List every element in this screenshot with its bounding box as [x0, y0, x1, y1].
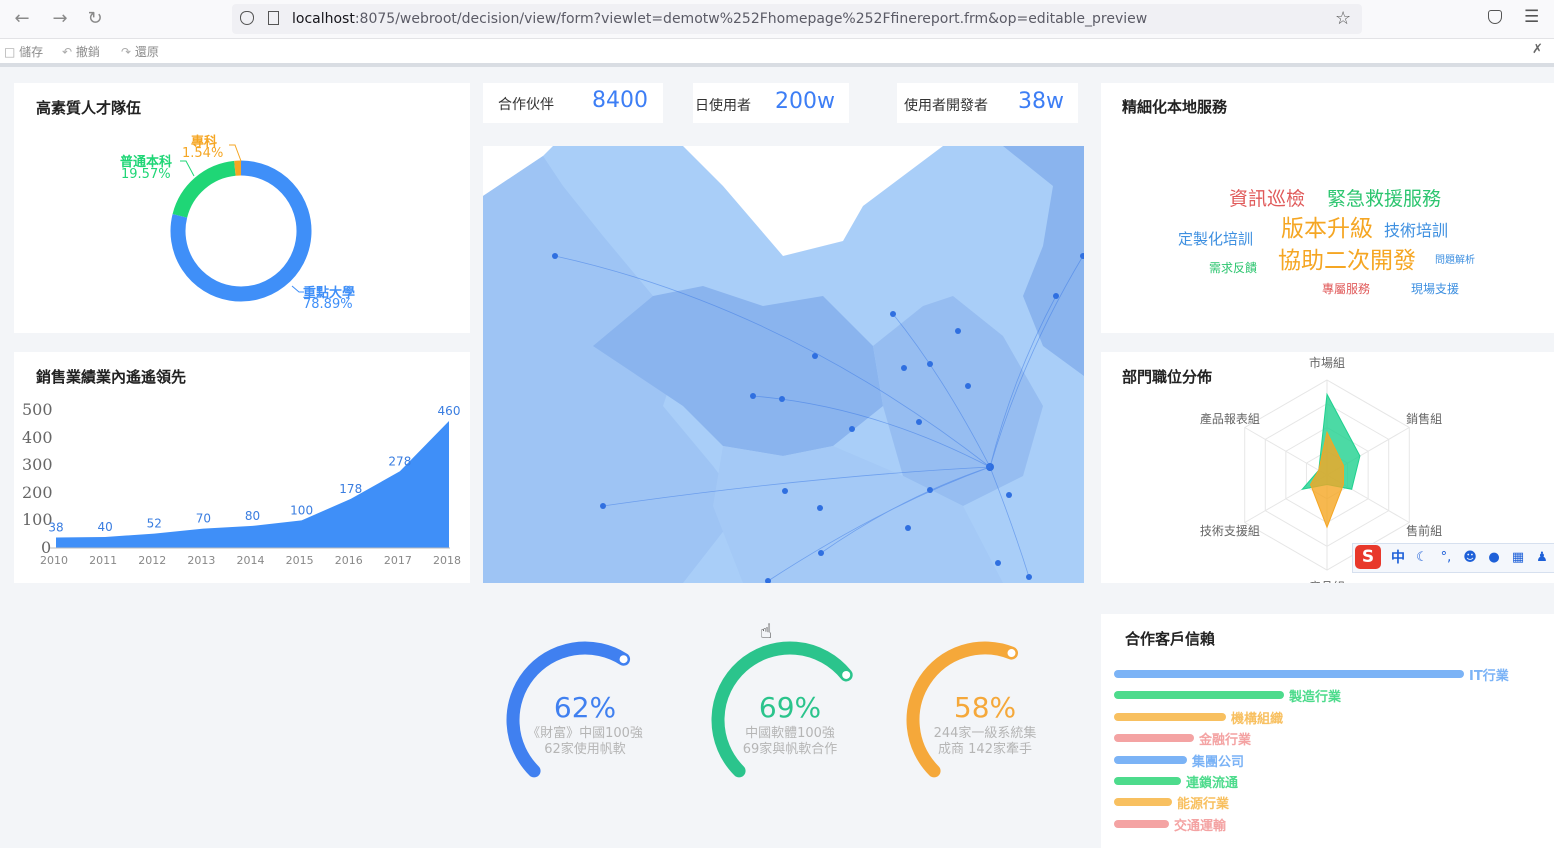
radar-axis-label: 產品組: [1309, 579, 1345, 583]
china-map[interactable]: [483, 146, 1084, 583]
client-bar[interactable]: [1114, 777, 1181, 785]
ime-chinese-mode[interactable]: 中: [1389, 549, 1407, 567]
microphone-icon[interactable]: ●: [1485, 549, 1503, 567]
sales-x-tick: 2011: [89, 554, 118, 567]
client-bar[interactable]: [1114, 819, 1169, 828]
sales-data-label: 80: [245, 509, 260, 523]
sales-x-tick: 2010: [40, 554, 68, 567]
sales-x-tick: 2012: [138, 554, 167, 567]
client-bar[interactable]: [1114, 798, 1172, 807]
stat-developers-value: 38w: [1018, 89, 1064, 114]
user-icon[interactable]: ♟: [1533, 549, 1551, 567]
word-cloud-item: 技術培訓: [1384, 221, 1449, 240]
client-bar-label: 金融行業: [1199, 733, 1252, 749]
gauge-caption: 《財富》中國100強: [527, 725, 643, 741]
stat-partners-label: 合作伙伴: [498, 97, 554, 113]
sales-data-label: 70: [196, 512, 211, 526]
word-cloud-item: 問題解析: [1435, 255, 1475, 266]
stat-developers-label: 使用者開發者: [904, 98, 988, 114]
gauge-knob: [842, 670, 851, 679]
word-cloud-item: 定製化培訓: [1178, 230, 1254, 248]
client-bar-label: 機構組織: [1231, 711, 1284, 727]
emoji-icon[interactable]: ☻: [1461, 549, 1479, 567]
sales-data-label: 38: [48, 521, 63, 535]
hand-cursor-icon: ☝: [760, 619, 773, 643]
gauge-percent: 58%: [954, 691, 1016, 724]
client-bar-label: 交通運輸: [1174, 818, 1227, 834]
client-bar-label: 能源行業: [1177, 797, 1230, 813]
client-bar-label: 製造行業: [1289, 690, 1342, 706]
client-bar[interactable]: [1114, 691, 1284, 700]
radar-axis-label: 產品報表組: [1200, 411, 1260, 426]
sales-data-label: 52: [147, 517, 162, 531]
sales-x-tick: 2015: [285, 554, 314, 567]
word-cloud-item: 協助二次開發: [1278, 248, 1416, 274]
keyboard-icon[interactable]: ▦: [1509, 549, 1527, 567]
radar-axis-label: 售前組: [1406, 523, 1442, 538]
gauge-caption: 中國軟體100強: [745, 725, 835, 741]
client-bar[interactable]: [1114, 755, 1187, 764]
stat-daily-users-label: 日使用者: [695, 98, 751, 114]
sales-data-label: 460: [438, 404, 461, 418]
bookmark-star-icon[interactable]: ☆: [1335, 8, 1351, 29]
gauge-percent: 69%: [759, 691, 821, 724]
gauge-group: 62%《財富》中國100強62家使用帆軟 69%中國軟體100強69家與帆軟合作 5…: [506, 641, 1037, 778]
sales-area-chart: 38 40 52 70 80 100 178 278 460: [48, 404, 461, 549]
word-cloud-item: 現場支援: [1411, 282, 1460, 296]
sales-data-label: 40: [97, 520, 112, 534]
sales-x-tick: 2014: [236, 554, 265, 567]
client-bar-label: IT行業: [1469, 669, 1509, 684]
gauge-knob: [1007, 649, 1016, 658]
word-cloud-item: 專屬服務: [1322, 282, 1371, 296]
gauge-caption: 62家使用帆軟: [544, 741, 626, 757]
word-cloud-item: 需求反饋: [1209, 261, 1258, 275]
menu-icon[interactable]: ☰: [1524, 7, 1539, 27]
sales-area: [56, 421, 449, 548]
sales-data-label: 278: [388, 454, 411, 468]
local-service-title: 精細化本地服務: [1122, 98, 1228, 116]
sales-x-tick: 2013: [187, 554, 216, 567]
client-bar[interactable]: [1114, 712, 1226, 721]
gauge-percent: 62%: [554, 691, 616, 724]
word-cloud-item: 緊急救援服務: [1327, 188, 1442, 210]
punctuation-icon[interactable]: °,: [1437, 549, 1455, 567]
radar-axis-label: 銷售組: [1406, 411, 1442, 426]
gauge-caption: 244家一級系統集: [934, 725, 1037, 741]
client-bar-label: 連鎖流通: [1186, 776, 1239, 791]
client-bar[interactable]: [1114, 670, 1464, 678]
sales-x-tick: 2018: [433, 554, 461, 567]
word-cloud-item: 版本升級: [1281, 216, 1373, 242]
stat-daily-users-value: 200w: [775, 89, 835, 114]
clients-panel: [1101, 614, 1554, 848]
radar-axis-label: 市場組: [1309, 355, 1345, 370]
radar-axis-label: 技術支援組: [1200, 524, 1260, 538]
client-bar[interactable]: [1114, 734, 1194, 743]
pin-icon[interactable]: ✗: [1532, 42, 1543, 57]
moon-icon[interactable]: ☾: [1413, 549, 1431, 567]
word-cloud-item: 資訊巡檢: [1229, 188, 1306, 210]
sales-x-tick: 2017: [383, 554, 412, 567]
gauge-caption: 成商 142家牽手: [938, 741, 1032, 757]
sogou-logo-icon[interactable]: S: [1355, 545, 1381, 569]
clients-title: 合作客戶信賴: [1125, 630, 1216, 648]
pocket-icon[interactable]: [1488, 10, 1502, 24]
sales-data-label: 100: [290, 503, 313, 517]
gauge-knob: [619, 655, 628, 664]
client-bar-label: 集團公司: [1192, 754, 1245, 770]
gauge-caption: 69家與帆軟合作: [743, 741, 838, 757]
stat-partners-value: 8400: [592, 88, 648, 113]
sales-x-tick: 2016: [334, 554, 363, 567]
sales-data-label: 178: [339, 482, 362, 496]
